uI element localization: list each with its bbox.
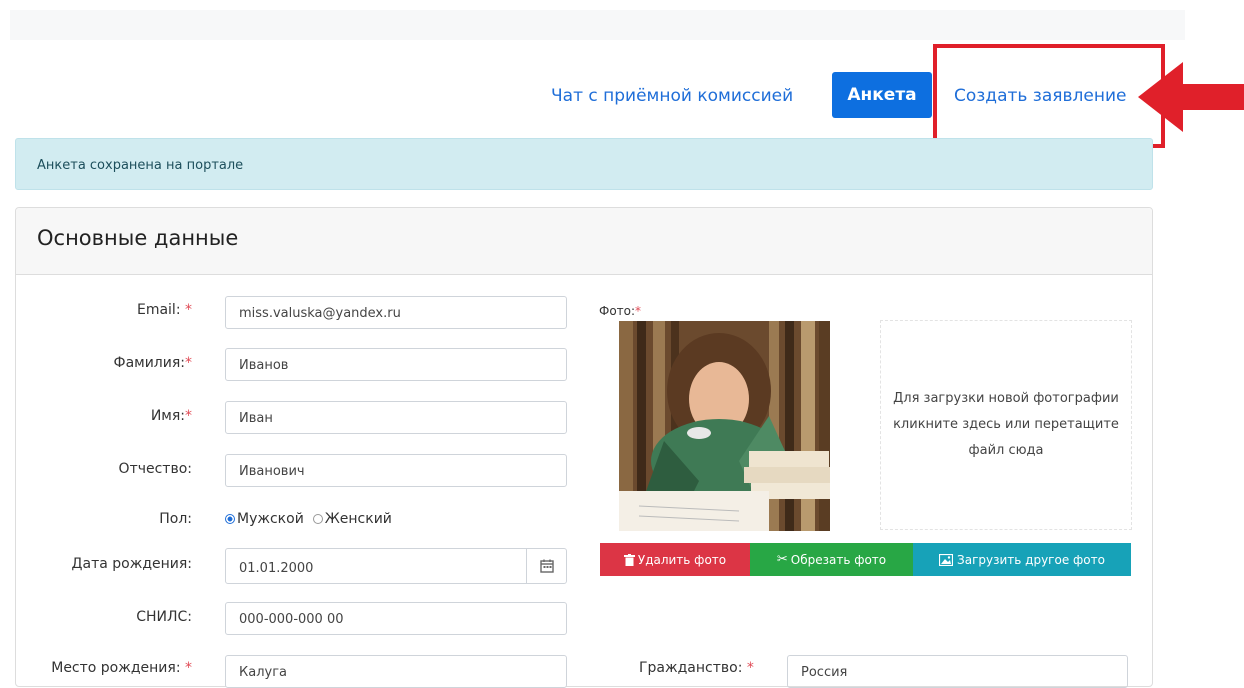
alert-text: Анкета сохранена на портале (37, 158, 244, 173)
gender-female-label[interactable]: Женский (325, 511, 392, 527)
highlight-box (933, 44, 1165, 148)
gender-male-label[interactable]: Мужской (237, 511, 304, 527)
photo-dropzone[interactable]: Для загрузки новой фотографии кликните з… (880, 320, 1132, 530)
firstname-field[interactable]: Иван (225, 401, 567, 434)
gender-radio-group: Мужской Женский (225, 511, 392, 527)
card-title: Основные данные (37, 226, 239, 250)
image-icon (939, 553, 954, 566)
delete-photo-button[interactable]: Удалить фото (600, 543, 750, 576)
calendar-icon[interactable] (526, 548, 567, 584)
profile-photo (619, 321, 830, 531)
snils-label: СНИЛС: (136, 609, 192, 625)
lastname-label: Фамилия:* (113, 355, 192, 371)
nav-profile-tab[interactable]: Анкета (832, 72, 932, 118)
top-strip (10, 10, 1185, 40)
birthplace-field[interactable]: Калуга (225, 655, 567, 688)
crop-photo-button[interactable]: ✂ Обрезать фото (750, 543, 913, 576)
citizenship-label: Гражданство: * (639, 660, 754, 676)
citizenship-select[interactable]: Россия (787, 655, 1128, 688)
email-field[interactable]: miss.valuska@yandex.ru (225, 296, 567, 329)
birthdate-field[interactable]: 01.01.2000 (225, 548, 567, 584)
photo-label: Фото:* (599, 304, 642, 318)
firstname-label: Имя:* (150, 408, 192, 424)
arrow-left-icon (1138, 62, 1244, 132)
email-label: Email: * (136, 302, 192, 318)
lastname-field[interactable]: Иванов (225, 348, 567, 381)
gender-male-radio[interactable] (225, 514, 235, 524)
birthplace-label: Место рождения: * (51, 660, 192, 676)
success-alert: Анкета сохранена на портале (15, 138, 1153, 190)
nav-chat-link[interactable]: Чат с приёмной комиссией (551, 86, 793, 106)
trash-icon (623, 553, 635, 566)
snils-field[interactable]: 000-000-000 00 (225, 602, 567, 635)
upload-photo-button[interactable]: Загрузить другое фото (913, 543, 1131, 576)
gender-label: Пол: (159, 511, 192, 527)
scissors-icon: ✂ (776, 552, 788, 567)
birthdate-label: Дата рождения: (71, 556, 192, 572)
card-header: Основные данные (16, 208, 1152, 275)
gender-female-radio[interactable] (312, 514, 323, 524)
patronymic-field[interactable]: Иванович (225, 454, 567, 487)
patronymic-label: Отчество: (118, 461, 192, 477)
